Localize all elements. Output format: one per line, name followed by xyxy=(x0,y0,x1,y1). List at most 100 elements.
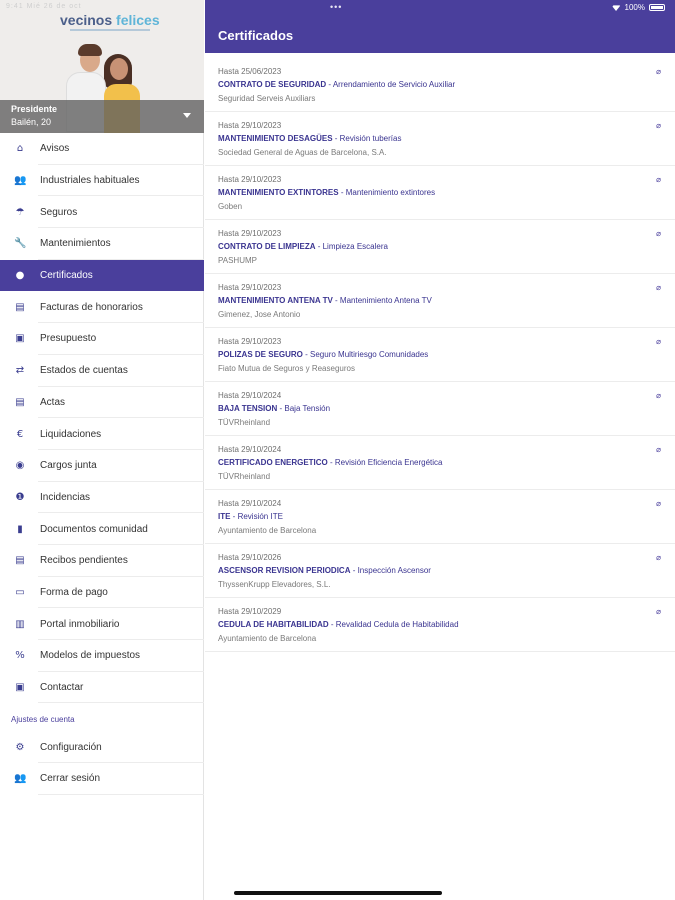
paperclip-icon[interactable]: ⌀ xyxy=(656,121,661,130)
certificate-company: ThyssenKrupp Elevadores, S.L. xyxy=(218,580,331,589)
page-title: Certificados xyxy=(218,28,294,43)
sidebar-item-label: Configuración xyxy=(40,741,102,753)
chevron-down-icon[interactable] xyxy=(183,113,191,118)
certificate-title: CEDULA DE HABITABILIDAD - Revalidad Cedu… xyxy=(218,620,459,629)
list-item[interactable]: Hasta 29/10/2023 MANTENIMIENTO DESAGÜES -… xyxy=(205,112,675,166)
list-item[interactable]: Hasta 29/10/2024 BAJA TENSION - Baja Tens… xyxy=(205,382,675,436)
certificate-title: BAJA TENSION - Baja Tensión xyxy=(218,404,330,413)
sidebar-item-documentos[interactable]: ▮ Documentos comunidad xyxy=(0,513,204,545)
money-icon: ▣ xyxy=(15,333,25,345)
paperclip-icon[interactable]: ⌀ xyxy=(656,283,661,292)
certificate-title: CERTIFICADO ENERGETICO - Revisión Eficie… xyxy=(218,458,443,467)
sidebar-item-label: Documentos comunidad xyxy=(40,523,148,535)
exchange-icon: ⇄ xyxy=(15,365,25,377)
paperclip-icon[interactable]: ⌀ xyxy=(656,67,661,76)
certificate-description: - Inspección Ascensor xyxy=(350,566,431,575)
certificate-date: Hasta 29/10/2023 xyxy=(218,229,282,238)
paperclip-icon[interactable]: ⌀ xyxy=(656,553,661,562)
home-indicator[interactable] xyxy=(234,891,442,895)
list-item[interactable]: Hasta 29/10/2023 POLIZAS DE SEGURO - Segu… xyxy=(205,328,675,382)
sidebar-item-estados-cuentas[interactable]: ⇄ Estados de cuentas xyxy=(0,355,204,387)
document-icon: ▤ xyxy=(15,396,25,408)
paperclip-icon[interactable]: ⌀ xyxy=(656,607,661,616)
sidebar-item-label: Contactar xyxy=(40,682,84,694)
sidebar-item-seguros[interactable]: ☂ Seguros xyxy=(0,196,204,228)
certificate-name: CERTIFICADO ENERGETICO xyxy=(218,458,328,467)
sidebar-item-certificados[interactable]: ● Certificados xyxy=(0,259,204,292)
list-item[interactable]: Hasta 29/10/2024 ITE - Revisión ITE Ayunta… xyxy=(205,490,675,544)
sidebar-item-cargos-junta[interactable]: ◉ Cargos junta xyxy=(0,450,204,482)
file-icon: ▮ xyxy=(17,523,23,535)
list-item[interactable]: Hasta 29/10/2023 MANTENIMIENTO EXTINTORES… xyxy=(205,166,675,220)
paperclip-icon[interactable]: ⌀ xyxy=(656,175,661,184)
list-item[interactable]: Hasta 29/10/2026 ASCENSOR REVISION PERIOD… xyxy=(205,544,675,598)
certificates-list: Hasta 25/06/2023 CONTRATO DE SEGURIDAD - … xyxy=(205,58,675,652)
sidebar-menu: ⌂ Avisos 👥 Industriales habituales ☂ Seguro… xyxy=(0,133,204,795)
sidebar-item-label: Cargos junta xyxy=(40,460,97,472)
certificate-icon: ● xyxy=(15,270,25,282)
paperclip-icon[interactable]: ⌀ xyxy=(656,229,661,238)
sidebar-item-forma-pago[interactable]: ▭ Forma de pago xyxy=(0,577,204,609)
list-item[interactable]: Hasta 29/10/2023 CONTRATO DE LIMPIEZA - L… xyxy=(205,220,675,274)
percent-icon: % xyxy=(15,650,25,662)
certificate-name: BAJA TENSION xyxy=(218,404,278,413)
certificate-title: MANTENIMIENTO EXTINTORES - Mantenimiento… xyxy=(218,188,435,197)
certificate-company: Sociedad General de Aguas de Barcelona, … xyxy=(218,148,387,157)
user-role: Presidente xyxy=(11,104,58,114)
certificate-date: Hasta 29/10/2029 xyxy=(218,607,282,616)
certificate-name: MANTENIMIENTO ANTENA TV xyxy=(218,296,333,305)
sidebar-item-label: Industriales habituales xyxy=(40,175,140,187)
invoice-icon: ▤ xyxy=(15,301,25,313)
sidebar-item-actas[interactable]: ▤ Actas xyxy=(0,387,204,419)
certificate-date: Hasta 29/10/2023 xyxy=(218,175,282,184)
sidebar-item-avisos[interactable]: ⌂ Avisos xyxy=(0,133,204,165)
paperclip-icon[interactable]: ⌀ xyxy=(656,499,661,508)
certificate-description: - Limpieza Escalera xyxy=(315,242,388,251)
contact-card-icon: ▣ xyxy=(15,682,25,694)
multitask-dots[interactable]: ••• xyxy=(330,2,342,12)
status-right: 100% xyxy=(611,3,665,12)
list-item[interactable]: Hasta 29/10/2023 MANTENIMIENTO ANTENA TV … xyxy=(205,274,675,328)
sidebar-item-label: Cerrar sesión xyxy=(40,773,101,785)
certificate-name: POLIZAS DE SEGURO xyxy=(218,350,303,359)
sidebar-item-facturas[interactable]: ▤ Facturas de honorarios xyxy=(0,291,204,323)
sidebar-item-industriales[interactable]: 👥 Industriales habituales xyxy=(0,165,204,197)
sidebar-item-label: Seguros xyxy=(40,206,78,218)
sidebar-item-portal[interactable]: ▥ Portal inmobiliario xyxy=(0,608,204,640)
sidebar-item-label: Estados de cuentas xyxy=(40,365,128,377)
sidebar-item-label: Recibos pendientes xyxy=(40,555,128,567)
sidebar-item-mantenimientos[interactable]: 🔧 Mantenimientos xyxy=(0,228,204,260)
community-header[interactable]: vecinos felices Presidente Bailén, 20 xyxy=(0,0,204,133)
sidebar-item-label: Incidencias xyxy=(40,491,91,503)
sidebar-item-recibos[interactable]: ▤ Recibos pendientes xyxy=(0,545,204,577)
certificate-description: - Revisión tuberías xyxy=(332,134,402,143)
certificate-company: Gimenez, Jose Antonio xyxy=(218,310,301,319)
certificate-title: ASCENSOR REVISION PERIODICA - Inspección… xyxy=(218,566,431,575)
sidebar-item-incidencias[interactable]: ❶ Incidencias xyxy=(0,482,204,514)
certificate-company: Ayuntamiento de Barcelona xyxy=(218,634,317,643)
sidebar-item-liquidaciones[interactable]: € Liquidaciones xyxy=(0,418,204,450)
paperclip-icon[interactable]: ⌀ xyxy=(656,391,661,400)
certificate-description: - Revalidad Cedula de Habitabilidad xyxy=(328,620,459,629)
certificate-company: Ayuntamiento de Barcelona xyxy=(218,526,317,535)
certificate-company: Seguridad Serveis Auxiliars xyxy=(218,94,316,103)
certificate-date: Hasta 29/10/2026 xyxy=(218,553,282,562)
certificate-description: - Seguro Multiriesgo Comunidades xyxy=(302,350,429,359)
community-address: Bailén, 20 xyxy=(11,117,52,127)
home-icon: ⌂ xyxy=(16,143,24,155)
receipt-icon: ▤ xyxy=(15,555,25,567)
list-item[interactable]: Hasta 29/10/2024 CERTIFICADO ENERGETICO -… xyxy=(205,436,675,490)
list-item[interactable]: Hasta 29/10/2029 CEDULA DE HABITABILIDAD … xyxy=(205,598,675,652)
sidebar: vecinos felices Presidente Bailén, 20 ⌂ A… xyxy=(0,0,204,900)
certificate-title: CONTRATO DE SEGURIDAD - Arrendamiento de… xyxy=(218,80,455,89)
certificate-name: ITE xyxy=(218,512,231,521)
paperclip-icon[interactable]: ⌀ xyxy=(656,337,661,346)
list-item[interactable]: Hasta 25/06/2023 CONTRATO DE SEGURIDAD - … xyxy=(205,58,675,112)
sidebar-item-contactar[interactable]: ▣ Contactar xyxy=(0,672,204,704)
sidebar-item-presupuesto[interactable]: ▣ Presupuesto xyxy=(0,323,204,355)
paperclip-icon[interactable]: ⌀ xyxy=(656,445,661,454)
sidebar-item-cerrar-sesion[interactable]: 👥 Cerrar sesión xyxy=(0,763,204,795)
battery-label: 100% xyxy=(624,3,645,12)
sidebar-item-configuracion[interactable]: ⚙ Configuración xyxy=(0,731,204,763)
sidebar-item-impuestos[interactable]: % Modelos de impuestos xyxy=(0,640,204,672)
